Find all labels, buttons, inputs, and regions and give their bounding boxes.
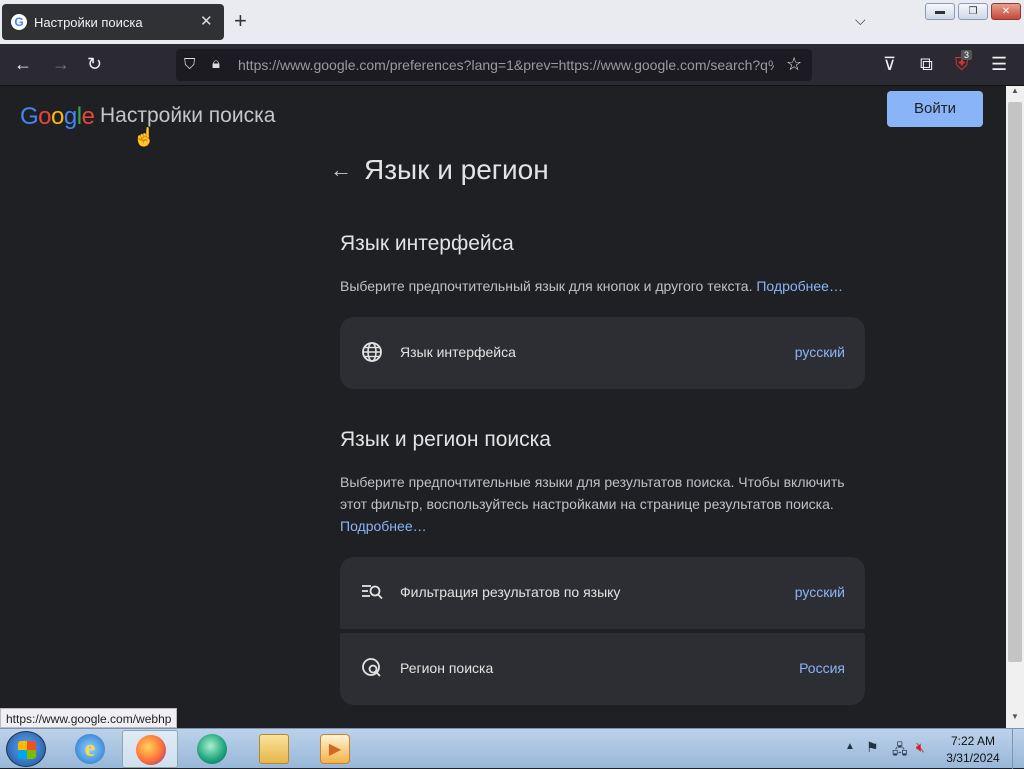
restore-window-button[interactable]: ❐ <box>958 3 988 20</box>
show-hidden-icons-icon[interactable]: ▲ <box>845 741 855 752</box>
media-player-icon: ▶ <box>320 734 350 764</box>
app-green-icon <box>197 734 227 764</box>
logo-letter: g <box>63 103 77 130</box>
back-arrow-icon[interactable]: ← <box>330 157 352 183</box>
internet-explorer-icon: e <box>75 734 105 764</box>
tab-strip: G Настройки поиска ✕ + ⌵ ▬ ❐ ✕ <box>0 0 1024 44</box>
interface-language-label: Язык интерфейса <box>400 344 516 360</box>
minimize-window-button[interactable]: ▬ <box>925 3 955 20</box>
clock-time[interactable]: 7:22 AM <box>945 734 1001 748</box>
interface-language-heading: Язык интерфейса <box>340 232 514 255</box>
folder-icon <box>259 734 289 764</box>
show-desktop-button[interactable] <box>1012 729 1024 769</box>
logo-letter: o <box>38 103 52 130</box>
windows-taskbar: e ▶ ▲ ⚑ 🖧︎ 🔇︎ 7:22 AM 3/31/2024 <box>0 728 1024 769</box>
vertical-scrollbar[interactable]: ▲ ▼ <box>1006 86 1024 728</box>
browser-tab[interactable]: G Настройки поиска ✕ <box>2 4 224 40</box>
extensions-puzzle-icon[interactable]: ⧉ <box>920 54 933 74</box>
scroll-thumb[interactable] <box>1008 102 1022 662</box>
learn-more-link-2[interactable]: Подробнее… <box>340 518 427 534</box>
page-content: Google Настройки поиска Войти ← Язык и р… <box>0 86 1006 728</box>
action-center-flag-icon[interactable]: ⚑ <box>866 739 879 756</box>
language-filter-card[interactable]: Фильтрация результатов по языку русский <box>340 557 865 629</box>
scroll-up-arrow-icon[interactable]: ▲ <box>1006 86 1024 100</box>
volume-muted-icon[interactable]: 🔇︎ <box>916 739 925 756</box>
section-title: Язык и регион <box>364 154 549 185</box>
scroll-down-arrow-icon[interactable]: ▼ <box>1006 712 1024 726</box>
windows-logo-icon <box>18 741 36 759</box>
list-all-tabs-icon[interactable]: ⌵ <box>855 12 866 29</box>
filter-search-icon <box>361 581 383 603</box>
interface-language-card[interactable]: Язык интерфейса русский <box>340 317 865 389</box>
google-favicon-icon: G <box>11 14 27 30</box>
taskbar-app-green[interactable] <box>184 730 240 768</box>
clock-date[interactable]: 3/31/2024 <box>945 751 1001 765</box>
taskbar-firefox[interactable] <box>122 730 178 768</box>
network-icon[interactable]: 🖧︎ <box>892 739 908 763</box>
status-url-tooltip: https://www.google.com/webhp <box>0 708 178 728</box>
tab-title: Настройки поиска <box>34 15 143 30</box>
extension-badge: 3 <box>961 50 973 60</box>
taskbar-media-player[interactable]: ▶ <box>307 730 363 768</box>
language-filter-label: Фильтрация результатов по языку <box>400 584 621 600</box>
page-title: Настройки поиска <box>100 104 276 127</box>
google-logo[interactable]: Google <box>20 103 95 131</box>
sign-in-button[interactable]: Войти <box>887 91 983 127</box>
region-search-icon <box>361 657 383 679</box>
interface-description-text: Выберите предпочтительный язык для кнопо… <box>340 278 753 294</box>
mouse-pointer-icon: ☝ <box>133 127 156 147</box>
interface-language-description: Выберите предпочтительный язык для кнопо… <box>340 275 865 297</box>
learn-more-link[interactable]: Подробнее… <box>756 278 843 294</box>
search-description-text: Выберите предпочтительные языки для резу… <box>340 474 845 512</box>
address-bar[interactable]: ⛉ 🔒︎ https://www.google.com/preferences?… <box>176 49 812 81</box>
taskbar-internet-explorer[interactable]: e <box>62 730 118 768</box>
globe-icon <box>361 341 383 363</box>
logo-letter: e <box>81 103 95 130</box>
forward-icon[interactable]: → <box>52 54 70 74</box>
language-filter-value[interactable]: русский <box>795 584 845 600</box>
reload-icon[interactable]: ↻ <box>87 54 102 74</box>
lock-icon[interactable]: 🔒︎ <box>212 55 220 72</box>
start-button[interactable] <box>6 731 46 767</box>
bookmark-star-icon[interactable]: ☆ <box>786 54 802 75</box>
tracking-protection-shield-icon[interactable]: ⛉ <box>184 56 195 73</box>
menu-hamburger-icon[interactable]: ☰ <box>991 54 1007 74</box>
logo-letter: o <box>51 103 64 130</box>
taskbar-explorer[interactable] <box>246 730 302 768</box>
tab-close-icon[interactable]: ✕ <box>200 12 213 30</box>
search-region-card[interactable]: Регион поиска Россия <box>340 633 865 705</box>
search-language-description: Выберите предпочтительные языки для резу… <box>340 471 865 537</box>
url-text[interactable]: https://www.google.com/preferences?lang=… <box>238 57 774 73</box>
new-tab-button[interactable]: + <box>234 8 247 34</box>
pocket-icon[interactable]: ⊽ <box>883 54 896 74</box>
interface-language-value[interactable]: русский <box>795 344 845 360</box>
firefox-icon <box>136 735 166 765</box>
search-region-label: Регион поиска <box>400 660 494 676</box>
logo-letter: G <box>20 103 39 130</box>
back-icon[interactable]: ← <box>14 54 32 74</box>
search-language-heading: Язык и регион поиска <box>340 428 551 451</box>
navigation-toolbar: ← → ↻ ⛉ 🔒︎ https://www.google.com/prefer… <box>0 44 1024 86</box>
close-window-button[interactable]: ✕ <box>991 3 1021 20</box>
search-region-value[interactable]: Россия <box>799 660 845 676</box>
